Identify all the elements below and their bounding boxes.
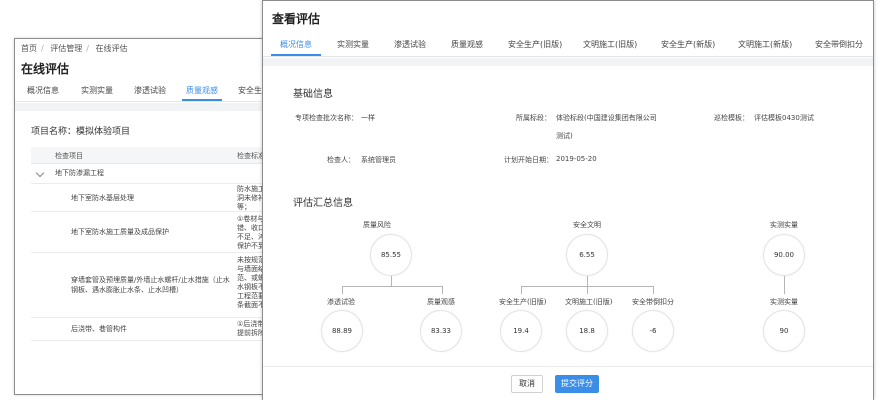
measurement-child-label: 实测实量 bbox=[770, 298, 798, 306]
view-evaluation-modal: 查看评估 概况信息 实测实量 渗透试验 质量观感 安全生产(旧版) 文明施工(旧… bbox=[262, 0, 874, 400]
modal-title: 查看评估 bbox=[272, 12, 321, 26]
table-row: 地下室防水基层处理 防水施工 洞未修补 等； bbox=[31, 184, 265, 212]
checker-label: 检查人： bbox=[327, 156, 355, 164]
tree-connector bbox=[391, 276, 392, 286]
submit-score-button[interactable]: 提交评分 bbox=[555, 375, 599, 393]
page-title: 在线评估 bbox=[21, 62, 70, 76]
harness-deduction-label: 安全带倒扣分 bbox=[632, 298, 674, 306]
civilized-old-score: 18.8 bbox=[566, 310, 608, 352]
table-row: 后浇带、巷管构件 ①后浇带 提前拆除 bbox=[31, 318, 265, 341]
tab-overview[interactable]: 概况信息 bbox=[280, 39, 312, 50]
tab-measurement[interactable]: 实测实量 bbox=[81, 85, 113, 96]
breadcrumb-online-eval: 在线评估 bbox=[95, 44, 128, 53]
tab-safety-new[interactable]: 安全生产(新版) bbox=[661, 39, 715, 50]
safety-old-score: 19.4 bbox=[500, 310, 542, 352]
tab-penetration[interactable]: 渗透试验 bbox=[134, 85, 166, 96]
start-date-label: 计划开始日期： bbox=[504, 156, 553, 164]
quality-risk-score: 85.55 bbox=[370, 234, 412, 276]
measurement-label: 实测实量 bbox=[770, 221, 798, 229]
quality-risk-label: 质量风险 bbox=[363, 221, 391, 229]
row-item: 地下室防水施工质量及成品保护 bbox=[71, 228, 169, 236]
penetration-score: 88.89 bbox=[321, 310, 363, 352]
summary-title: 评估汇总信息 bbox=[293, 198, 353, 209]
section-value-line2: 测试) bbox=[556, 132, 573, 140]
header-check-standard: 检查标准 bbox=[237, 152, 265, 160]
basic-info-title: 基础信息 bbox=[293, 89, 333, 100]
tree-connector bbox=[653, 286, 654, 294]
penetration-label: 渗透试验 bbox=[327, 298, 355, 306]
breadcrumb: 首页 / 评估管理 / 在线评估 bbox=[21, 44, 128, 53]
template-label: 巡检模板： bbox=[714, 114, 749, 122]
civilized-old-label: 文明施工(旧版) bbox=[565, 298, 613, 306]
row-standard: ①后浇带 提前拆除 bbox=[237, 320, 265, 337]
measurement-score: 90.00 bbox=[763, 234, 805, 276]
start-date-value: 2019-05-20 bbox=[556, 155, 597, 163]
section-value-line1: 体验标段(中国建设集团有限公司 bbox=[556, 114, 657, 122]
tab-overview[interactable]: 概况信息 bbox=[27, 85, 59, 96]
measurement-child-score: 90 bbox=[763, 310, 805, 352]
tree-connector bbox=[342, 286, 343, 294]
quality-appearance-label: 质量观感 bbox=[427, 298, 455, 306]
tab-civilized-new[interactable]: 文明施工(新版) bbox=[738, 39, 792, 50]
tab-safety-old[interactable]: 安全生产(旧版) bbox=[508, 39, 562, 50]
tab-penetration[interactable]: 渗透试验 bbox=[394, 39, 426, 50]
section-label: 所属标段： bbox=[516, 114, 551, 122]
tab-quality-appearance[interactable]: 质量观感 bbox=[451, 39, 483, 50]
checker-value: 系统管理员 bbox=[361, 156, 396, 164]
modal-footer: 取消 提交评分 bbox=[263, 366, 873, 400]
divider-band bbox=[263, 58, 873, 66]
tab-quality-appearance[interactable]: 质量观感 bbox=[186, 85, 218, 96]
row-standard: ①卷材与 错、收口 不足、淬 保护不到 bbox=[237, 215, 265, 250]
modal-tabs: 概况信息 实测实量 渗透试验 质量观感 安全生产(旧版) 文明施工(旧版) 安全… bbox=[263, 34, 873, 57]
project-name: 项目名称：模拟体验项目 bbox=[31, 127, 131, 137]
harness-deduction-score: -6 bbox=[632, 310, 674, 352]
active-tab-indicator bbox=[271, 54, 321, 56]
chevron-down-icon[interactable] bbox=[35, 168, 45, 178]
row-item: 穿墙套管及预埋质量/外墙止水螺杆/止水措施（止水钢板、遇水膨胀止水条、止水凹槽） bbox=[71, 276, 230, 294]
batch-label: 专项检查批次名称： bbox=[295, 114, 358, 122]
tree-connector bbox=[587, 276, 588, 286]
tree-connector bbox=[587, 286, 588, 294]
batch-value: 一样 bbox=[361, 114, 375, 122]
active-tab-indicator bbox=[182, 99, 222, 101]
tree-connector bbox=[521, 286, 522, 294]
tree-connector bbox=[784, 276, 785, 294]
template-value: 评估模板0430测试 bbox=[754, 114, 814, 122]
cancel-button[interactable]: 取消 bbox=[511, 375, 543, 393]
row-item: 地下室防水基层处理 bbox=[71, 194, 134, 202]
row-item: 后浇带、巷管构件 bbox=[71, 325, 127, 333]
row-standard: 未按规范 与墙面结 范、或螺 水钢板不 工程范要 条截面不 bbox=[237, 256, 265, 309]
tab-civilized-old[interactable]: 文明施工(旧版) bbox=[583, 39, 637, 50]
tab-measurement[interactable]: 实测实量 bbox=[337, 39, 369, 50]
divider-band bbox=[15, 103, 265, 111]
tab-harness-deduction[interactable]: 安全带倒扣分 bbox=[815, 39, 863, 50]
header-check-item: 检查项目 bbox=[55, 152, 83, 160]
safety-civil-label: 安全文明 bbox=[573, 221, 601, 229]
safety-civil-score: 6.55 bbox=[566, 234, 608, 276]
tree-connector bbox=[442, 286, 443, 294]
table-group-row[interactable]: 地下防渗漏工程 bbox=[31, 163, 265, 184]
table-header: 检查项目 检查标准 bbox=[31, 147, 265, 164]
quality-appearance-score: 83.33 bbox=[420, 310, 462, 352]
breadcrumb-home[interactable]: 首页 bbox=[21, 44, 37, 53]
table-row: 地下室防水施工质量及成品保护 ①卷材与 错、收口 不足、淬 保护不到 bbox=[31, 212, 265, 253]
group-label: 地下防渗漏工程 bbox=[55, 169, 104, 177]
tree-connector bbox=[342, 286, 442, 287]
safety-old-label: 安全生产(旧版) bbox=[499, 298, 547, 306]
breadcrumb-eval-mgmt[interactable]: 评估管理 bbox=[50, 44, 82, 53]
row-standard: 防水施工 洞未修补 等； bbox=[237, 185, 265, 211]
background-tabs: 概况信息 实测实量 渗透试验 质量观感 安全生产 bbox=[15, 81, 270, 102]
table-row: 穿墙套管及预埋质量/外墙止水螺杆/止水措施（止水钢板、遇水膨胀止水条、止水凹槽）… bbox=[31, 253, 265, 318]
